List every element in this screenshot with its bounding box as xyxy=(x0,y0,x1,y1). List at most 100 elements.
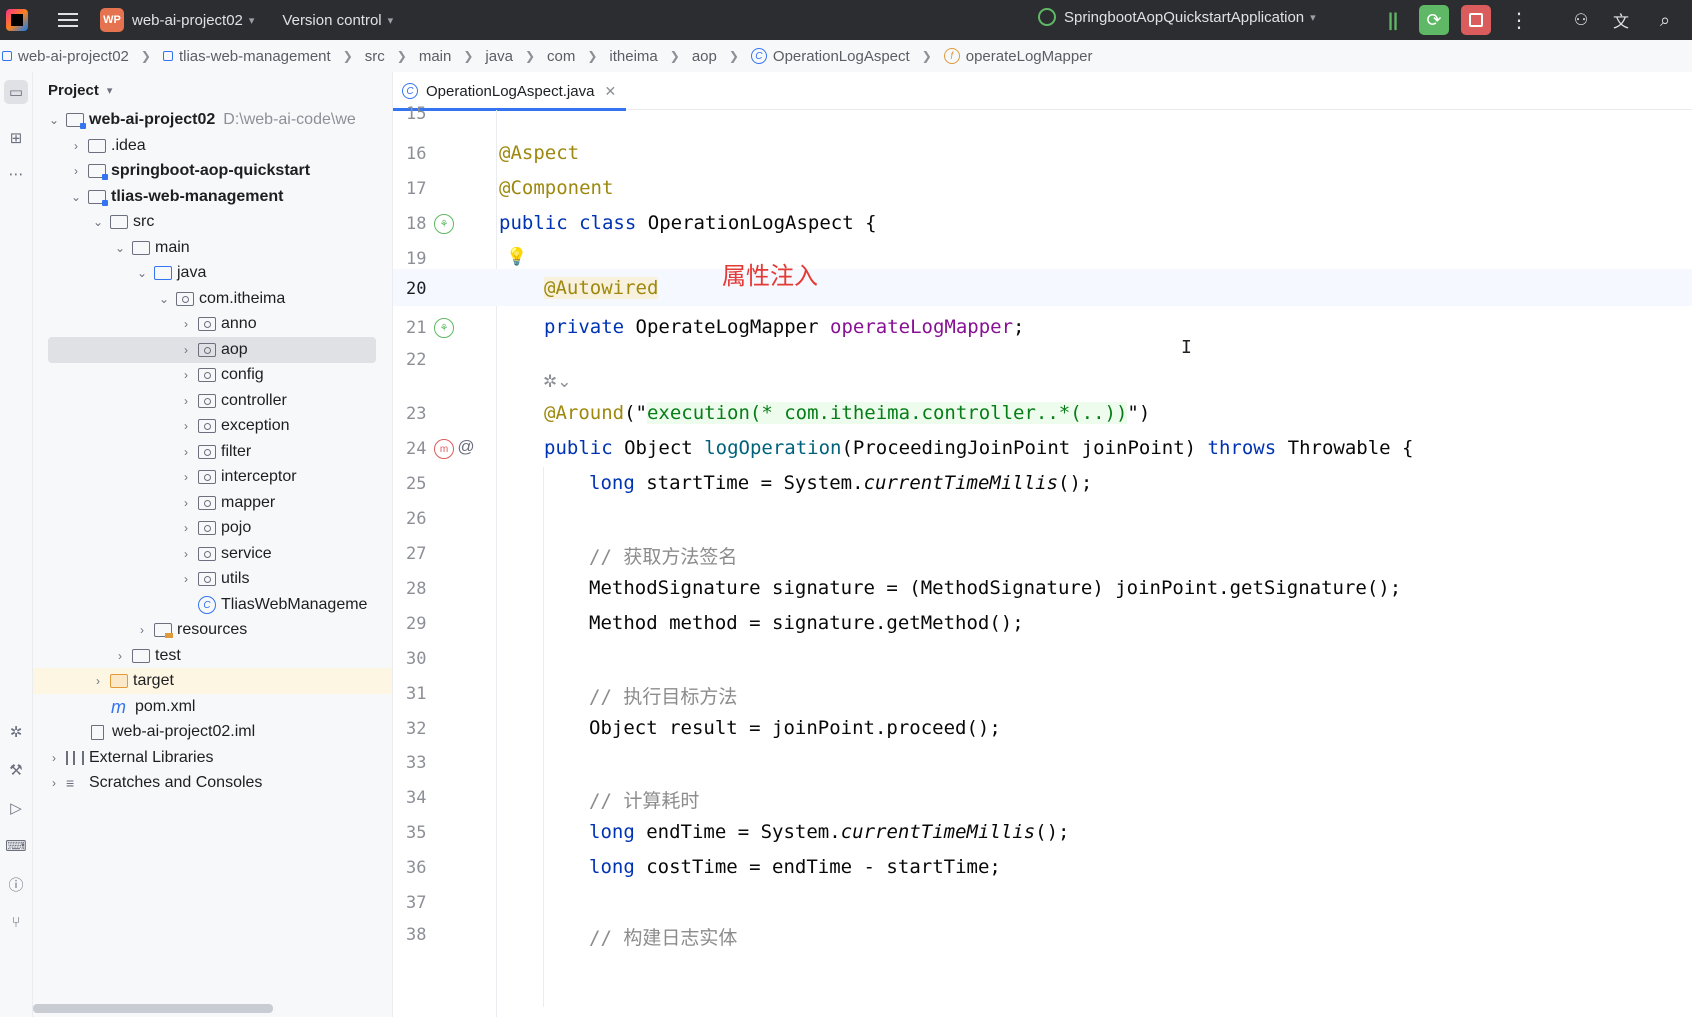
code-line[interactable]: 17 @Component xyxy=(393,171,1692,208)
git-icon[interactable]: ⑂ xyxy=(4,910,28,934)
tree-item[interactable]: › filter xyxy=(33,439,392,465)
advice-gutter-icon[interactable]: @ xyxy=(456,437,476,457)
tree-item[interactable]: › interceptor xyxy=(33,464,392,490)
project-folder-icon[interactable]: ▭ xyxy=(4,80,28,104)
chevron-right-icon[interactable]: › xyxy=(69,139,83,153)
code-line[interactable]: 18 ⚘ public class OperationLogAspect { xyxy=(393,206,1692,243)
chevron-down-icon[interactable]: ⌄ xyxy=(91,215,105,229)
tree-item[interactable]: › test xyxy=(33,643,392,669)
chevron-down-icon[interactable]: ⌄ xyxy=(157,292,171,306)
tree-item-selected[interactable]: › aop xyxy=(48,337,376,363)
tree-item[interactable]: › .idea xyxy=(33,133,392,159)
chevron-right-icon[interactable]: › xyxy=(69,164,83,178)
code-line[interactable]: 29 Method method = signature.getMethod()… xyxy=(393,606,1692,643)
breadcrumb-item[interactable]: C OperationLogAspect xyxy=(750,48,910,65)
lightbulb-icon[interactable]: 💡 xyxy=(506,247,527,267)
code-line[interactable]: 34 // 计算耗时 xyxy=(393,780,1692,817)
tree-item[interactable]: › config xyxy=(33,362,392,388)
tree-item[interactable]: › controller xyxy=(33,388,392,414)
terminal-icon[interactable]: ⌨ xyxy=(4,834,28,858)
breadcrumb-item[interactable]: src xyxy=(365,48,385,65)
bean-gutter-icon[interactable]: ⚘ xyxy=(434,214,454,234)
code-line[interactable]: 25 long startTime = System.currentTimeMi… xyxy=(393,466,1692,503)
tree-item[interactable]: › mapper xyxy=(33,490,392,516)
tree-item[interactable]: › utils xyxy=(33,566,392,592)
search-icon[interactable]: ⌕ xyxy=(1650,5,1680,35)
ai-hint-icon[interactable]: ✲⌄ xyxy=(543,372,572,392)
code-line[interactable]: 27 // 获取方法签名 xyxy=(393,536,1692,573)
more-tools-icon[interactable]: ⋯ xyxy=(4,162,28,186)
tree-item[interactable]: › External Libraries xyxy=(33,745,392,771)
chevron-right-icon[interactable]: › xyxy=(179,470,193,484)
tree-item[interactable]: web-ai-project02.iml xyxy=(33,719,392,745)
horizontal-scrollbar[interactable] xyxy=(33,1004,273,1013)
problems-icon[interactable]: ⓘ xyxy=(4,872,28,896)
chevron-down-icon[interactable]: ⌄ xyxy=(113,241,127,255)
rerun-button[interactable]: ⟳ xyxy=(1419,5,1449,35)
tree-item-root[interactable]: ⌄ web-ai-project02 D:\web-ai-code\we xyxy=(33,107,392,133)
services-icon[interactable]: ▷ xyxy=(4,796,28,820)
version-control-menu[interactable]: Version control xyxy=(282,12,381,29)
chevron-right-icon[interactable]: › xyxy=(47,751,61,765)
chevron-down-icon[interactable]: ⌄ xyxy=(47,113,61,127)
code-line[interactable]: 30 xyxy=(393,641,1692,678)
structure-icon[interactable]: ⊞ xyxy=(4,126,28,150)
breadcrumb-item[interactable]: aop xyxy=(692,48,717,65)
breadcrumb-item[interactable]: main xyxy=(419,48,452,65)
pause-icon[interactable]: || xyxy=(1378,5,1408,35)
chevron-right-icon[interactable]: › xyxy=(179,445,193,459)
code-line[interactable]: 32 Object result = joinPoint.proceed(); xyxy=(393,711,1692,748)
breadcrumb-item[interactable]: tlias-web-management xyxy=(162,48,331,65)
tree-item[interactable]: › target xyxy=(33,668,392,694)
tree-item[interactable]: › resources xyxy=(33,617,392,643)
chevron-right-icon[interactable]: › xyxy=(179,496,193,510)
chevron-right-icon[interactable]: › xyxy=(179,394,193,408)
tree-item[interactable]: ⌄ main xyxy=(33,235,392,261)
chevron-right-icon[interactable]: › xyxy=(179,317,193,331)
chevron-right-icon[interactable]: › xyxy=(179,368,193,382)
chevron-right-icon[interactable]: › xyxy=(179,419,193,433)
tree-item[interactable]: C TliasWebManageme xyxy=(33,592,392,618)
code-line[interactable]: 38 // 构建日志实体 xyxy=(393,917,1692,954)
chevron-right-icon[interactable]: › xyxy=(135,623,149,637)
tree-item[interactable]: ⌄ com.itheima xyxy=(33,286,392,312)
code-line[interactable]: 23 @Around("execution(* com.itheima.cont… xyxy=(393,396,1692,433)
code-line[interactable]: 35 long endTime = System.currentTimeMill… xyxy=(393,815,1692,852)
code-line[interactable]: 33 xyxy=(393,745,1692,782)
tree-item[interactable]: ⌄ tlias-web-management xyxy=(33,184,392,210)
code-line[interactable]: 36 long costTime = endTime - startTime; xyxy=(393,850,1692,887)
tree-item[interactable]: ⌄ src xyxy=(33,209,392,235)
bean-gutter-icon[interactable]: ⚘ xyxy=(434,318,454,338)
code-line[interactable]: 28 MethodSignature signature = (MethodSi… xyxy=(393,571,1692,608)
tree-item[interactable]: m pom.xml xyxy=(33,694,392,720)
chevron-right-icon[interactable]: › xyxy=(179,521,193,535)
user-icon[interactable]: ⚇ xyxy=(1566,5,1596,35)
more-actions-icon[interactable]: ⋮ xyxy=(1504,5,1534,35)
code-line[interactable]: 31 // 执行目标方法 xyxy=(393,676,1692,713)
chevron-right-icon[interactable]: › xyxy=(179,343,193,357)
tree-item[interactable]: › service xyxy=(33,541,392,567)
breadcrumb-item[interactable]: f operateLogMapper xyxy=(943,48,1093,65)
method-gutter-icon[interactable]: m xyxy=(434,439,454,459)
code-line[interactable]: 22 xyxy=(393,342,1692,379)
run-config-selector[interactable]: SpringbootAopQuickstartApplication ▾ xyxy=(1038,8,1316,26)
code-line[interactable]: 15 xyxy=(393,102,1692,139)
chevron-down-icon[interactable]: ⌄ xyxy=(69,190,83,204)
chevron-right-icon[interactable]: › xyxy=(113,649,127,663)
breadcrumb-item[interactable]: itheima xyxy=(609,48,657,65)
tree-item[interactable]: › anno xyxy=(33,311,392,337)
code-line[interactable]: 24 m @ public Object logOperation(Procee… xyxy=(393,431,1692,468)
tree-item[interactable]: › exception xyxy=(33,413,392,439)
chevron-right-icon[interactable]: › xyxy=(179,572,193,586)
breadcrumb-item[interactable]: web-ai-project02 xyxy=(2,48,129,65)
build-icon[interactable]: ⚒ xyxy=(4,758,28,782)
chevron-right-icon[interactable]: › xyxy=(91,674,105,688)
tree-item[interactable]: › pojo xyxy=(33,515,392,541)
main-menu-icon[interactable] xyxy=(58,13,78,27)
project-panel-header[interactable]: Project ▾ xyxy=(48,82,112,99)
chevron-down-icon[interactable]: ⌄ xyxy=(135,266,149,280)
code-line[interactable]: 26 xyxy=(393,501,1692,538)
tree-item[interactable]: › springboot-aop-quickstart xyxy=(33,158,392,184)
translate-icon[interactable]: 文 xyxy=(1606,5,1636,35)
debug-icon[interactable]: ✲ xyxy=(4,720,28,744)
